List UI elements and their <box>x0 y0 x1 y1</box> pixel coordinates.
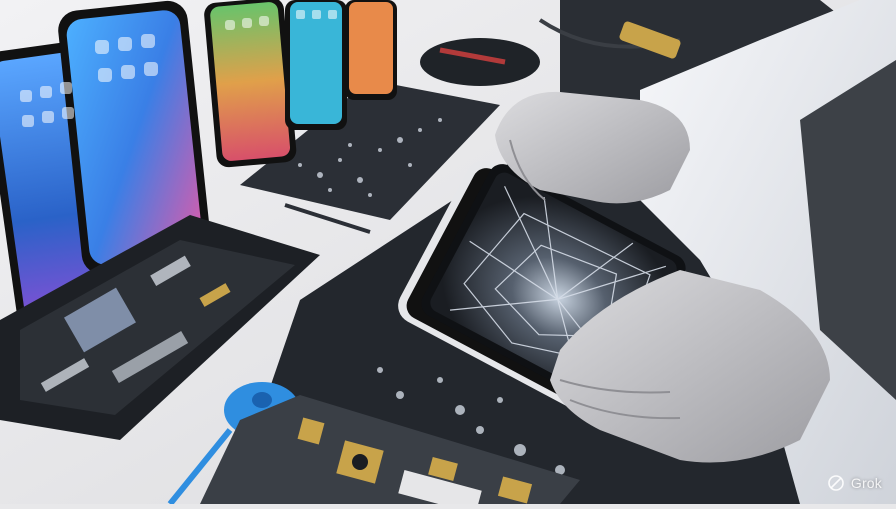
repair-scene: Grok <box>0 0 896 509</box>
grok-logo-icon <box>828 475 844 491</box>
repair-scene-illustration <box>0 0 896 509</box>
tool-pad <box>420 38 540 86</box>
watermark: Grok <box>827 474 882 492</box>
watermark-label: Grok <box>850 475 882 491</box>
